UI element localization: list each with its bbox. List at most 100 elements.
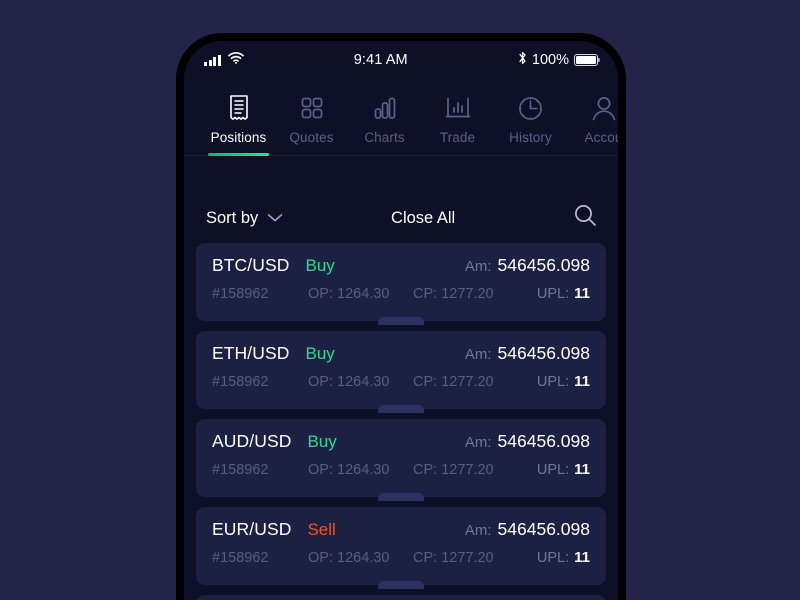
person-icon <box>591 93 617 123</box>
position-amount: Am: 546456.098 <box>465 343 590 364</box>
position-upl-label: UPL: <box>536 550 570 566</box>
tab-charts[interactable]: Charts <box>348 79 421 171</box>
screenshot-canvas: 9:41 AM 100% Positions Quotes Charts Tra… <box>0 0 800 600</box>
position-symbol: EUR/USD <box>212 519 292 539</box>
position-upl-label: UPL: <box>536 286 570 302</box>
battery-percent-label: 100% <box>531 52 569 68</box>
card-drag-handle[interactable] <box>378 405 424 413</box>
search-button[interactable] <box>573 203 598 233</box>
position-side: Buy <box>305 256 335 275</box>
card-drag-handle[interactable] <box>378 493 424 501</box>
position-upl: UPL: 11 <box>537 373 590 390</box>
position-amount: Am: 546456.098 <box>465 255 590 276</box>
battery-full-icon <box>574 54 601 66</box>
status-bar-time: 9:41 AM <box>353 52 408 68</box>
position-card[interactable]: BTC/USD Buy Am: 546456.098 #158962 OP: 1… <box>196 243 606 325</box>
position-card[interactable]: EUR/USD Sell Am: 546456.098 #158962 OP: … <box>196 507 606 589</box>
tab-account-label: Accou <box>584 130 618 145</box>
main-tab-bar: Positions Quotes Charts Trade History Ac… <box>184 79 618 171</box>
position-amount: Am: 546456.098 <box>465 519 590 540</box>
position-side: Buy <box>305 344 335 363</box>
position-amount-value: 546456.098 <box>497 519 590 539</box>
position-amount-label: Am: <box>464 434 492 451</box>
position-symbol: AUD/USD <box>212 431 292 451</box>
position-secondary-row: #158962 OP: 1264.30 CP: 1277.20 UPL: 11 <box>212 461 590 487</box>
position-upl: UPL: 11 <box>537 461 590 478</box>
position-side: Sell <box>307 520 336 539</box>
position-secondary-row: #158962 OP: 1264.30 CP: 1277.20 UPL: 11 <box>212 549 590 575</box>
wifi-icon <box>227 51 244 69</box>
position-card[interactable]: ETH/USD Buy Am: 546456.098 #158962 OP: 1… <box>196 331 606 413</box>
position-upl-value: 11 <box>574 461 590 478</box>
bar-chart-icon <box>372 93 398 123</box>
position-amount-value: 546456.098 <box>497 255 590 275</box>
position-open-price: OP: 1264.30 <box>308 374 390 390</box>
tab-positions[interactable]: Positions <box>202 79 275 171</box>
position-upl-label: UPL: <box>536 462 570 478</box>
chevron-down-icon <box>267 209 283 228</box>
positions-list[interactable]: BTC/USD Buy Am: 546456.098 #158962 OP: 1… <box>184 243 618 600</box>
position-primary-row: EUR/USD Sell Am: 546456.098 <box>212 519 590 547</box>
search-icon <box>573 203 598 233</box>
tab-history-label: History <box>509 130 552 145</box>
tab-charts-label: Charts <box>364 130 405 145</box>
card-drag-handle[interactable] <box>378 317 424 325</box>
tab-history[interactable]: History <box>494 79 567 171</box>
sort-by-button[interactable]: Sort by <box>206 209 283 228</box>
chart-frame-icon <box>444 93 472 123</box>
tab-trade[interactable]: Trade <box>421 79 494 171</box>
position-amount-label: Am: <box>464 258 492 275</box>
position-symbol: ETH/USD <box>212 343 290 363</box>
close-all-button[interactable]: Close All <box>283 209 573 228</box>
position-upl-label: UPL: <box>536 374 570 390</box>
position-open-price: OP: 1264.30 <box>308 550 390 566</box>
tab-positions-label: Positions <box>210 130 267 145</box>
position-open-price: OP: 1264.30 <box>308 286 390 302</box>
grid-squares-icon <box>299 93 325 123</box>
position-close-price: CP: 1277.20 <box>413 286 494 302</box>
position-card[interactable]: BTC/USD Sell Am: 546456.098 #158962 OP: … <box>196 595 606 600</box>
phone-frame: 9:41 AM 100% Positions Quotes Charts Tra… <box>176 33 626 600</box>
position-close-price: CP: 1277.20 <box>413 550 494 566</box>
position-ticket: #158962 <box>212 374 269 390</box>
position-close-price: CP: 1277.20 <box>413 462 494 478</box>
position-upl-value: 11 <box>574 549 590 566</box>
bluetooth-icon <box>518 51 527 70</box>
status-bar: 9:41 AM 100% <box>184 41 618 79</box>
status-bar-right: 100% <box>518 51 601 70</box>
tab-trade-label: Trade <box>439 130 476 145</box>
position-ticket: #158962 <box>212 550 269 566</box>
position-primary-row: AUD/USD Buy Am: 546456.098 <box>212 431 590 459</box>
list-toolbar: Sort by Close All <box>184 193 618 243</box>
position-amount-label: Am: <box>464 522 492 539</box>
clock-icon <box>517 93 544 123</box>
position-primary-row: BTC/USD Buy Am: 546456.098 <box>212 255 590 283</box>
position-open-price: OP: 1264.30 <box>308 462 390 478</box>
position-primary-row: ETH/USD Buy Am: 546456.098 <box>212 343 590 371</box>
position-upl-value: 11 <box>574 285 590 302</box>
position-secondary-row: #158962 OP: 1264.30 CP: 1277.20 UPL: 11 <box>212 373 590 399</box>
position-upl: UPL: 11 <box>537 549 590 566</box>
position-amount: Am: 546456.098 <box>465 431 590 452</box>
position-symbol: BTC/USD <box>212 255 290 275</box>
position-upl-value: 11 <box>574 373 590 390</box>
card-drag-handle[interactable] <box>378 581 424 589</box>
position-amount-value: 546456.098 <box>497 343 590 363</box>
position-card[interactable]: AUD/USD Buy Am: 546456.098 #158962 OP: 1… <box>196 419 606 501</box>
status-bar-left <box>204 51 244 69</box>
tab-quotes[interactable]: Quotes <box>275 79 348 171</box>
position-ticket: #158962 <box>212 286 269 302</box>
sort-by-label: Sort by <box>206 208 259 227</box>
phone-screen: 9:41 AM 100% Positions Quotes Charts Tra… <box>184 41 618 600</box>
tab-quotes-label: Quotes <box>289 130 334 145</box>
position-amount-value: 546456.098 <box>497 431 590 451</box>
position-close-price: CP: 1277.20 <box>413 374 494 390</box>
tab-account[interactable]: Accou <box>567 79 618 171</box>
position-ticket: #158962 <box>212 462 269 478</box>
cellular-signal-icon <box>204 54 221 66</box>
position-amount-label: Am: <box>464 346 492 363</box>
position-side: Buy <box>307 432 337 451</box>
position-secondary-row: #158962 OP: 1264.30 CP: 1277.20 UPL: 11 <box>212 285 590 311</box>
receipt-icon <box>227 93 251 123</box>
position-upl: UPL: 11 <box>537 285 590 302</box>
